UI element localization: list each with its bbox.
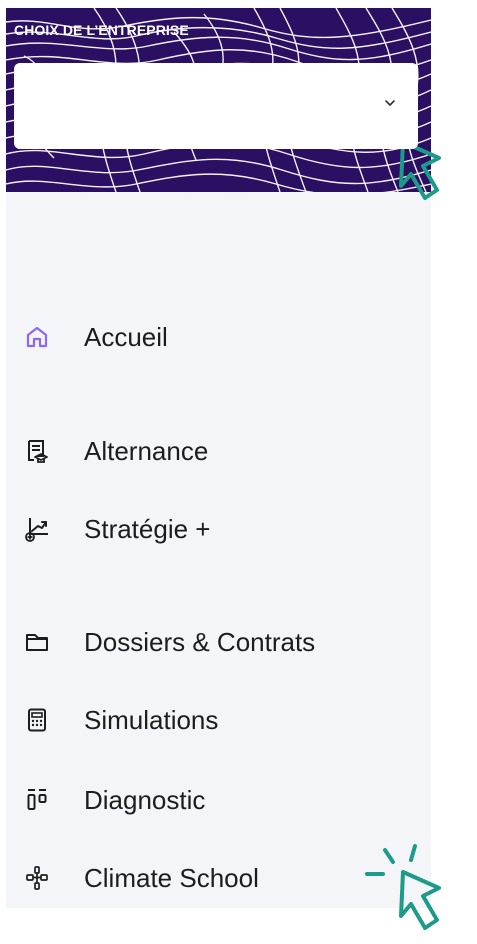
sidebar-item-label: Dossiers & Contrats — [84, 627, 316, 657]
sidebar-item-label: Climate School — [84, 863, 259, 893]
company-selector-label: CHOIX DE L’ENTREPRISE — [14, 22, 189, 38]
home-icon — [24, 324, 50, 350]
sidebar: CHOIX DE L’ENTREPRISE Accueil Alternance… — [6, 8, 431, 908]
sidebar-item-label: Stratégie + — [84, 514, 211, 544]
app-page: CHOIX DE L’ENTREPRISE Accueil Alternance… — [0, 0, 477, 944]
sidebar-item-diagnostic[interactable]: Diagnostic — [24, 780, 205, 820]
calculator-icon — [24, 707, 50, 733]
sidebar-item-label: Diagnostic — [84, 785, 206, 815]
chevron-down-icon — [385, 100, 395, 106]
sidebar-item-label: Accueil — [84, 322, 168, 352]
sidebar-item-label: Alternance — [84, 436, 209, 466]
diagnostic-icon — [24, 787, 50, 813]
strategy-icon — [24, 516, 50, 542]
alternance-icon — [24, 438, 50, 464]
sidebar-item-label: Simulations — [84, 705, 219, 735]
sidebar-item-dossiers-contrats[interactable]: Dossiers & Contrats — [24, 622, 315, 662]
sidebar-item-accueil[interactable]: Accueil — [24, 317, 168, 357]
sidebar-item-simulations[interactable]: Simulations — [24, 700, 218, 740]
company-select[interactable] — [14, 63, 418, 149]
folder-icon — [24, 629, 50, 655]
sidebar-item-strategie-plus[interactable]: Stratégie + — [24, 509, 210, 549]
sidebar-item-climate-school[interactable]: Climate School — [24, 858, 259, 898]
climate-school-icon — [24, 865, 50, 891]
sidebar-item-alternance[interactable]: Alternance — [24, 431, 208, 471]
